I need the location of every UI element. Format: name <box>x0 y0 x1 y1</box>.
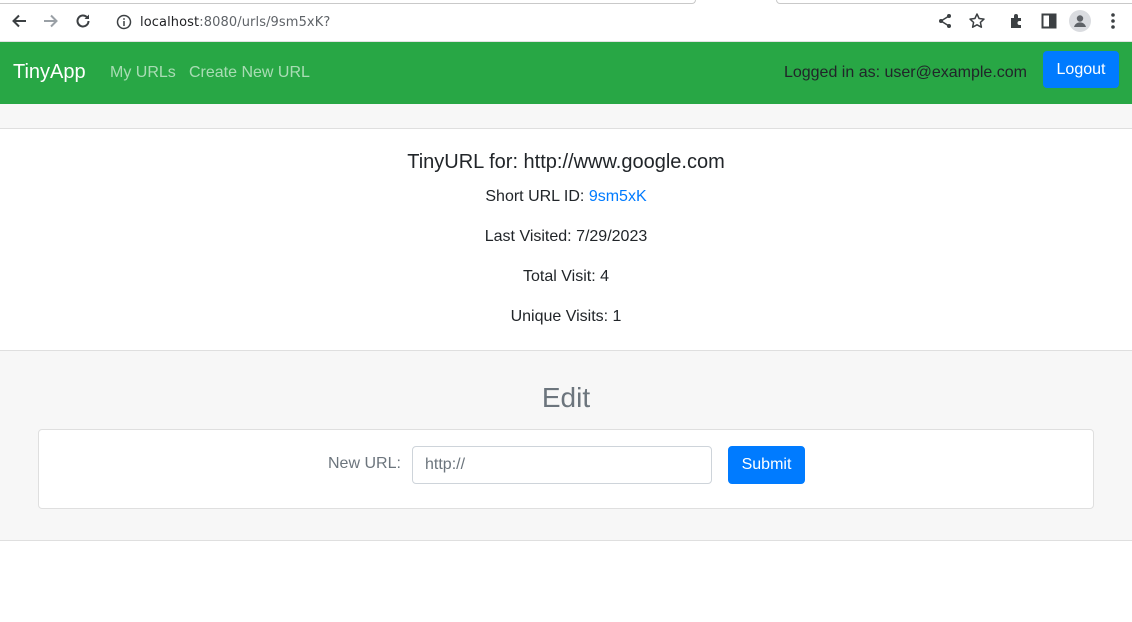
forward-icon[interactable] <box>39 9 63 33</box>
browser-toolbar: localhost:8080/urls/9sm5xK? <box>0 0 1132 42</box>
url-host: localhost <box>140 14 200 30</box>
short-url-label: Short URL ID: <box>485 188 589 205</box>
logout-button[interactable]: Logout <box>1043 51 1119 88</box>
card-header <box>0 104 1132 129</box>
back-icon[interactable] <box>7 9 31 33</box>
new-url-input[interactable] <box>412 446 712 484</box>
profile-icon[interactable] <box>1069 10 1091 32</box>
browser-tab-edge <box>776 0 1132 4</box>
edit-heading: Edit <box>541 382 591 413</box>
extensions-icon[interactable] <box>1006 10 1028 32</box>
app-navbar: TinyApp My URLs Create New URL Logged in… <box>0 42 1132 104</box>
menu-kebab-icon[interactable] <box>1102 10 1124 32</box>
new-url-label: New URL: <box>328 455 401 472</box>
bookmark-star-icon[interactable] <box>966 10 988 32</box>
nav-link-my-urls[interactable]: My URLs <box>110 64 176 82</box>
submit-button[interactable]: Submit <box>728 446 805 484</box>
nav-link-create-new-url[interactable]: Create New URL <box>189 64 310 82</box>
edit-form: New URL: Submit <box>38 429 1094 509</box>
reload-icon[interactable] <box>71 9 95 33</box>
logged-in-text: Logged in as: user@example.com <box>783 64 1027 81</box>
url-title: TinyURL for: http://www.google.com <box>407 151 725 173</box>
short-url-link[interactable]: 9sm5xK <box>589 188 647 205</box>
url-info-section: TinyURL for: http://www.google.com Short… <box>0 130 1132 351</box>
brand-logo[interactable]: TinyApp <box>13 61 86 84</box>
address-bar[interactable]: localhost:8080/urls/9sm5xK? <box>106 6 996 38</box>
site-info-icon[interactable] <box>116 14 132 30</box>
short-url-line: Short URL ID: 9sm5xK <box>0 188 1132 206</box>
last-visited-text: Last Visited: 7/29/2023 <box>484 228 648 245</box>
url-path: :8080/urls/9sm5xK? <box>199 14 331 30</box>
side-panel-icon[interactable] <box>1038 10 1060 32</box>
edit-section: Edit New URL: Submit <box>0 351 1132 541</box>
unique-visits-text: Unique Visits: 1 <box>510 308 622 325</box>
total-visit-text: Total Visit: 4 <box>523 268 609 285</box>
address-text: localhost:8080/urls/9sm5xK? <box>140 15 330 30</box>
browser-tab-edge <box>0 0 696 4</box>
share-icon[interactable] <box>934 10 956 32</box>
